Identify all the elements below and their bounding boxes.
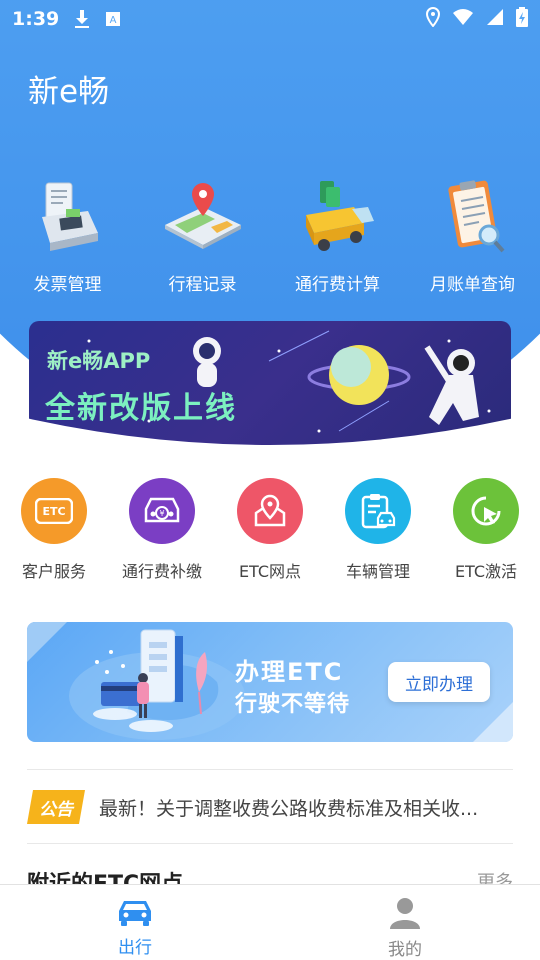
location-icon [425, 6, 441, 31]
app-title: 新e畅 [28, 74, 110, 110]
notice-bar[interactable]: 公告 最新！关于调整收费公路收费标准及相关收... [27, 787, 513, 827]
car-payment-icon: ¥ [129, 478, 195, 544]
service-customer[interactable]: ETC 客户服务 [0, 478, 108, 582]
etc-card-icon: ETC [21, 478, 87, 544]
header-area: 1:39 A 新e畅 发票管理 行程记录 通行费计算 月账单查询 新e畅APP … [0, 0, 540, 460]
quick-action-label: 发票管理 [33, 275, 102, 295]
tab-mine[interactable]: 我的 [270, 885, 540, 960]
service-grid: ETC 客户服务 ¥ 通行费补缴 ETC网点 车辆管理 ETC激活 [0, 478, 540, 582]
car-icon [116, 897, 154, 931]
etc-card-title: 办理ETC [235, 658, 344, 686]
invoice-machine-icon [23, 172, 113, 262]
tab-label: 出行 [118, 938, 152, 958]
text-notification-icon: A [105, 11, 121, 27]
service-label: ETC激活 [454, 562, 518, 581]
quick-action-trip-record[interactable]: 行程记录 [135, 172, 270, 295]
status-bar: 1:39 A [0, 0, 540, 38]
apply-now-button[interactable]: 立即办理 [388, 662, 490, 702]
status-time: 1:39 [12, 8, 60, 30]
download-icon [73, 9, 91, 29]
tab-label: 我的 [388, 940, 422, 960]
etc-apply-card[interactable]: 办理ETC 行驶不等待 立即办理 [27, 622, 513, 742]
map-pin-icon [158, 172, 248, 262]
quick-action-label: 通行费计算 [295, 275, 380, 295]
quick-action-monthly-bill[interactable]: 月账单查询 [405, 172, 540, 295]
svg-text:ETC: ETC [42, 505, 65, 518]
quick-action-invoice[interactable]: 发票管理 [0, 172, 135, 295]
divider [27, 843, 513, 844]
service-vehicle-manage[interactable]: 车辆管理 [324, 478, 432, 582]
notice-text: 最新！关于调整收费公路收费标准及相关收... [99, 797, 479, 820]
service-toll-repay[interactable]: ¥ 通行费补缴 [108, 478, 216, 582]
service-label: 车辆管理 [345, 562, 410, 581]
banner-subtitle: 新e畅APP [47, 349, 151, 373]
quick-action-label: 月账单查询 [430, 275, 515, 295]
user-icon [388, 897, 422, 933]
etc-card-subtitle: 行驶不等待 [235, 692, 351, 717]
service-etc-activate[interactable]: ETC激活 [432, 478, 540, 582]
signal-icon [486, 8, 504, 30]
divider [27, 769, 513, 770]
clipboard-search-icon [428, 172, 518, 262]
activate-cursor-icon [453, 478, 519, 544]
vehicle-clipboard-icon [345, 478, 411, 544]
service-label: ETC网点 [238, 562, 302, 581]
quick-actions: 发票管理 行程记录 通行费计算 月账单查询 [0, 172, 540, 295]
tab-travel[interactable]: 出行 [0, 885, 270, 960]
notice-badge-label: 公告 [39, 799, 73, 820]
wifi-icon [452, 8, 474, 30]
truck-money-icon [293, 172, 383, 262]
curve-divider [0, 412, 540, 460]
quick-action-label: 行程记录 [168, 275, 237, 295]
quick-action-toll-calc[interactable]: 通行费计算 [270, 172, 405, 295]
service-label: 通行费补缴 [121, 562, 202, 581]
service-etc-outlet[interactable]: ETC网点 [216, 478, 324, 582]
svg-text:¥: ¥ [159, 509, 164, 518]
notice-badge: 公告 [27, 790, 85, 824]
svg-text:A: A [110, 15, 117, 26]
service-label: 客户服务 [21, 562, 86, 581]
bottom-tab-bar: 出行 我的 [0, 884, 540, 960]
battery-charging-icon [516, 7, 528, 31]
map-location-icon [237, 478, 303, 544]
